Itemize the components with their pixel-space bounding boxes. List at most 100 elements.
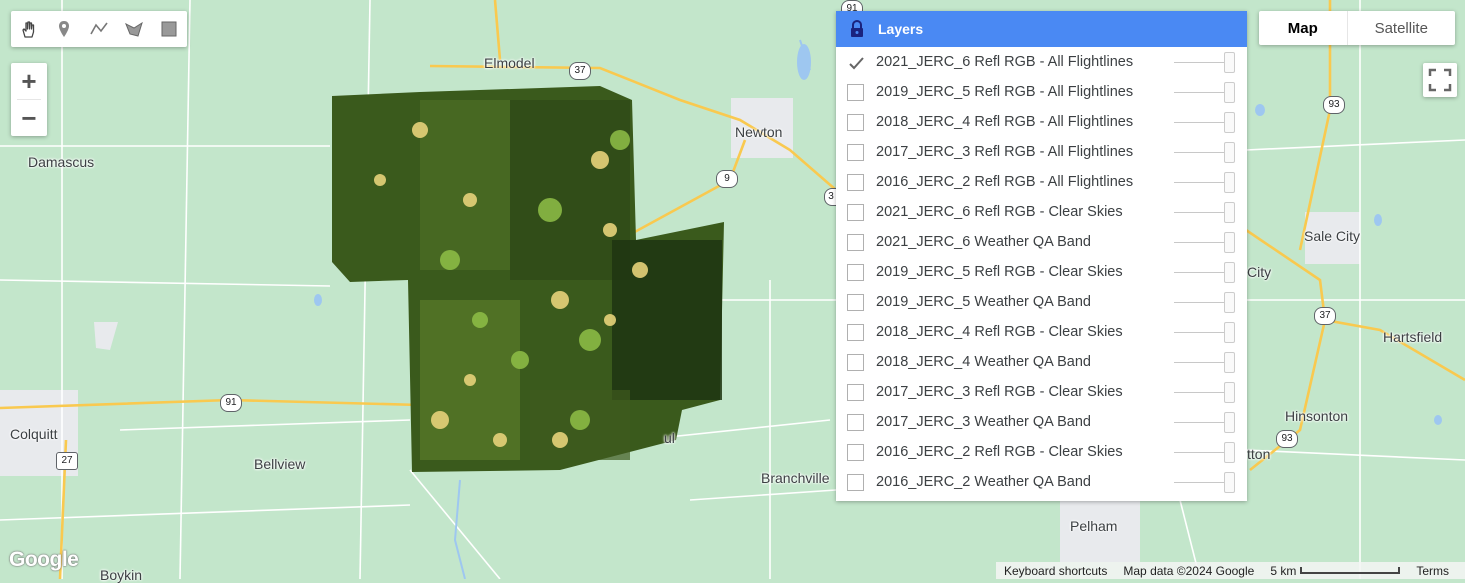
layer-label: 2017_JERC_3 Refl RGB - All Flightlines [876, 144, 1134, 160]
checkmark-icon [849, 56, 864, 69]
place-label: Branchville [761, 470, 830, 486]
opacity-slider-track[interactable] [1174, 301, 1224, 303]
opacity-slider-track[interactable] [1174, 61, 1224, 63]
layer-row[interactable]: 2017_JERC_3 Weather QA Band [836, 407, 1247, 437]
opacity-slider-thumb[interactable] [1224, 381, 1235, 403]
layer-row[interactable]: 2018_JERC_4 Refl RGB - Clear Skies [836, 317, 1247, 347]
opacity-slider-track[interactable] [1174, 181, 1224, 183]
route-shield: 37 [1314, 307, 1336, 325]
opacity-slider-track[interactable] [1174, 121, 1224, 123]
layer-row[interactable]: 2021_JERC_6 Refl RGB - All Flightlines [836, 47, 1247, 77]
place-label: City [1247, 264, 1272, 280]
place-label: Sale City [1304, 228, 1361, 244]
terms-link[interactable]: Terms [1408, 564, 1457, 578]
layer-checkbox[interactable] [847, 233, 864, 251]
opacity-slider-thumb[interactable] [1224, 471, 1235, 493]
opacity-slider-track[interactable] [1174, 331, 1224, 333]
layer-row[interactable]: 2016_JERC_2 Refl RGB - Clear Skies [836, 437, 1247, 467]
polyline-tool-button[interactable] [81, 11, 116, 47]
layer-row[interactable]: 2016_JERC_2 Refl RGB - All Flightlines [836, 167, 1247, 197]
layer-checkbox[interactable] [847, 83, 864, 101]
layer-label: 2018_JERC_4 Refl RGB - Clear Skies [876, 324, 1123, 340]
layer-checkbox[interactable] [847, 473, 864, 491]
layer-checkbox[interactable] [847, 143, 864, 161]
layer-row[interactable]: 2018_JERC_4 Weather QA Band [836, 347, 1247, 377]
layer-row[interactable]: 2017_JERC_3 Refl RGB - All Flightlines [836, 137, 1247, 167]
layer-label: 2019_JERC_5 Refl RGB - All Flightlines [876, 84, 1134, 100]
zoom-in-button[interactable]: + [11, 63, 47, 99]
layer-checkbox[interactable] [847, 353, 864, 371]
map-type-map-button[interactable]: Map [1259, 11, 1348, 45]
rectangle-tool-button[interactable] [151, 11, 186, 47]
keyboard-shortcuts-link[interactable]: Keyboard shortcuts [996, 564, 1115, 578]
layer-row[interactable]: 2016_JERC_2 Weather QA Band [836, 467, 1247, 497]
opacity-slider-track[interactable] [1174, 421, 1224, 423]
route-shield: 27 [56, 452, 78, 470]
layer-checkbox[interactable] [847, 173, 864, 191]
layer-row[interactable]: 2018_JERC_4 Refl RGB - All Flightlines [836, 107, 1247, 137]
fullscreen-button[interactable] [1423, 63, 1457, 97]
lock-icon [836, 20, 878, 38]
layer-row[interactable]: 2019_JERC_5 Weather QA Band [836, 287, 1247, 317]
layer-row[interactable]: 2019_JERC_5 Refl RGB - All Flightlines [836, 77, 1247, 107]
opacity-slider-thumb[interactable] [1224, 111, 1235, 133]
layer-checkbox[interactable] [847, 53, 864, 71]
opacity-slider-track[interactable] [1174, 211, 1224, 213]
scale-bar[interactable]: 5 km [1262, 564, 1408, 578]
zoom-out-button[interactable]: − [11, 100, 47, 136]
layer-checkbox[interactable] [847, 323, 864, 341]
layer-checkbox[interactable] [847, 203, 864, 221]
layers-panel-header[interactable]: Layers [836, 11, 1247, 47]
route-shield: 91 [220, 394, 242, 412]
layer-label: 2016_JERC_2 Refl RGB - All Flightlines [876, 174, 1134, 190]
layer-label: 2016_JERC_2 Refl RGB - Clear Skies [876, 444, 1123, 460]
imagery-overlay [332, 86, 724, 472]
layer-label: 2021_JERC_6 Refl RGB - Clear Skies [876, 204, 1123, 220]
opacity-slider-thumb[interactable] [1224, 201, 1235, 223]
layers-panel-title: Layers [878, 21, 924, 37]
polyline-icon [89, 22, 108, 35]
marker-tool-button[interactable] [46, 11, 81, 47]
place-label: Pelham [1070, 518, 1118, 534]
layer-checkbox[interactable] [847, 413, 864, 431]
layer-label: 2017_JERC_3 Weather QA Band [876, 414, 1091, 430]
opacity-slider-track[interactable] [1174, 451, 1224, 453]
opacity-slider-thumb[interactable] [1224, 261, 1235, 283]
layer-row[interactable]: 2021_JERC_6 Weather QA Band [836, 227, 1247, 257]
opacity-slider-track[interactable] [1174, 151, 1224, 153]
polygon-tool-button[interactable] [116, 11, 151, 47]
layer-checkbox[interactable] [847, 383, 864, 401]
opacity-slider-thumb[interactable] [1224, 291, 1235, 313]
zoom-control: + − [11, 63, 47, 136]
opacity-slider-track[interactable] [1174, 361, 1224, 363]
layers-panel: Layers 2021_JERC_6 Refl RGB - All Flight… [836, 11, 1247, 501]
opacity-slider-thumb[interactable] [1224, 51, 1235, 73]
layer-row[interactable]: 2021_JERC_6 Refl RGB - Clear Skies [836, 197, 1247, 227]
opacity-slider-thumb[interactable] [1224, 81, 1235, 103]
hand-tool-button[interactable] [11, 11, 46, 47]
opacity-slider-thumb[interactable] [1224, 141, 1235, 163]
layer-row[interactable]: 2017_JERC_3 Refl RGB - Clear Skies [836, 377, 1247, 407]
opacity-slider-track[interactable] [1174, 241, 1224, 243]
layer-row[interactable]: 2019_JERC_5 Refl RGB - Clear Skies [836, 257, 1247, 287]
layer-checkbox[interactable] [847, 113, 864, 131]
opacity-slider-track[interactable] [1174, 391, 1224, 393]
layer-checkbox[interactable] [847, 293, 864, 311]
opacity-slider-thumb[interactable] [1224, 351, 1235, 373]
map-type-satellite-button[interactable]: Satellite [1348, 11, 1455, 45]
opacity-slider-track[interactable] [1174, 91, 1224, 93]
map-data-attribution: Map data ©2024 Google [1123, 563, 1255, 578]
layer-checkbox[interactable] [847, 263, 864, 281]
opacity-slider-track[interactable] [1174, 271, 1224, 273]
route-shield: 93 [1276, 430, 1298, 448]
opacity-slider-thumb[interactable] [1224, 171, 1235, 193]
layer-checkbox[interactable] [847, 443, 864, 461]
layer-label: 2021_JERC_6 Weather QA Band [876, 234, 1091, 250]
opacity-slider-thumb[interactable] [1224, 231, 1235, 253]
place-label: Damascus [28, 154, 95, 170]
opacity-slider-thumb[interactable] [1224, 411, 1235, 433]
opacity-slider-thumb[interactable] [1224, 441, 1235, 463]
opacity-slider-thumb[interactable] [1224, 321, 1235, 343]
place-label: Boykin [100, 567, 143, 583]
opacity-slider-track[interactable] [1174, 481, 1224, 483]
